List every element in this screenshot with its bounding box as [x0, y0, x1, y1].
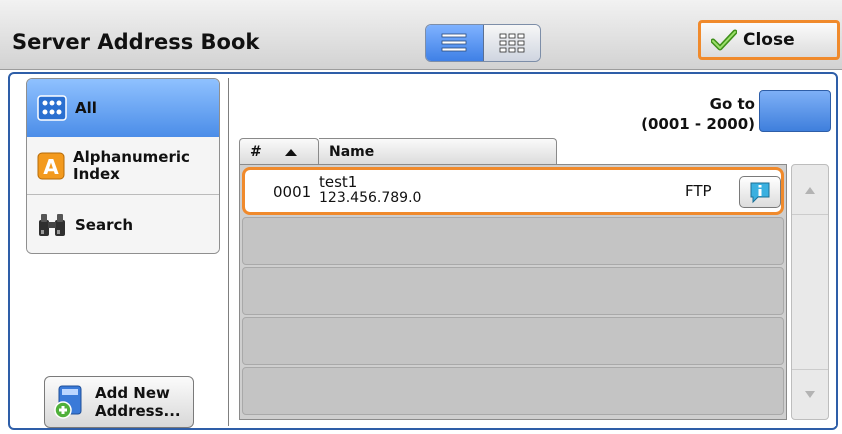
row-number: 0001	[273, 183, 312, 201]
page-title: Server Address Book	[12, 30, 260, 54]
empty-list-row	[242, 267, 784, 315]
info-icon	[750, 182, 770, 204]
empty-list-row	[242, 317, 784, 365]
empty-list-row	[242, 217, 784, 265]
goto-label-line1: Go to	[709, 95, 755, 113]
scroll-up-icon	[805, 186, 815, 194]
address-book-panel: All A Alphanumeric Index Search Add New …	[8, 72, 838, 430]
row-protocol: FTP	[685, 182, 712, 200]
letter-a-icon: A	[37, 152, 65, 179]
address-book-icon	[37, 95, 67, 121]
add-new-line1: Add New	[95, 384, 170, 402]
grid-view-button[interactable]	[483, 25, 540, 61]
tab-alphanumeric-line1: Alphanumeric	[73, 147, 190, 166]
close-button[interactable]: Close	[698, 20, 840, 60]
row-name: test1	[319, 173, 358, 191]
address-list: 0001 test1 123.456.789.0 FTP	[239, 164, 787, 420]
view-toggle	[425, 24, 541, 62]
add-address-icon	[54, 385, 82, 419]
add-new-label: Add New Address...	[95, 384, 181, 420]
list-view-icon	[441, 33, 467, 52]
checkmark-icon	[711, 29, 737, 51]
goto-input[interactable]	[759, 90, 831, 132]
tab-alphanumeric-index[interactable]: A Alphanumeric Index	[27, 137, 219, 195]
header-bar: Server Address Book Close	[0, 0, 842, 70]
tab-all[interactable]: All	[27, 79, 219, 137]
column-header-number[interactable]: #	[239, 138, 319, 164]
goto-label-line2: (0001 - 2000)	[641, 115, 755, 133]
close-label: Close	[743, 30, 795, 50]
scroll-up-button[interactable]	[792, 165, 828, 215]
row-address: 123.456.789.0	[319, 190, 422, 206]
list-view-button[interactable]	[426, 25, 484, 61]
column-header-name[interactable]: Name	[319, 138, 557, 164]
column-name-label: Name	[329, 143, 375, 160]
binoculars-icon	[39, 214, 65, 236]
scroll-down-icon	[805, 390, 815, 398]
filter-tabs: All A Alphanumeric Index Search	[26, 78, 220, 254]
grid-view-icon	[499, 33, 525, 53]
info-button[interactable]	[739, 176, 781, 208]
tab-alphanumeric-label: Alphanumeric Index	[73, 147, 190, 183]
svg-text:A: A	[43, 155, 59, 179]
tab-alphanumeric-line2: Index	[73, 164, 120, 183]
sort-ascending-icon	[284, 148, 297, 156]
list-scrollbar	[791, 164, 829, 420]
tab-all-label: All	[75, 98, 97, 117]
add-new-line2: Address...	[95, 402, 181, 420]
tab-search[interactable]: Search	[27, 195, 219, 253]
table-row[interactable]: 0001 test1 123.456.789.0 FTP	[242, 167, 784, 215]
tab-search-label: Search	[75, 215, 134, 234]
scroll-down-button[interactable]	[792, 369, 828, 419]
column-number-label: #	[250, 143, 262, 160]
goto-label: Go to (0001 - 2000)	[637, 94, 755, 134]
empty-list-row	[242, 367, 784, 415]
address-list-area: Go to (0001 - 2000) # Name 0001 test1 12…	[228, 78, 836, 426]
add-new-address-button[interactable]: Add New Address...	[44, 376, 194, 428]
